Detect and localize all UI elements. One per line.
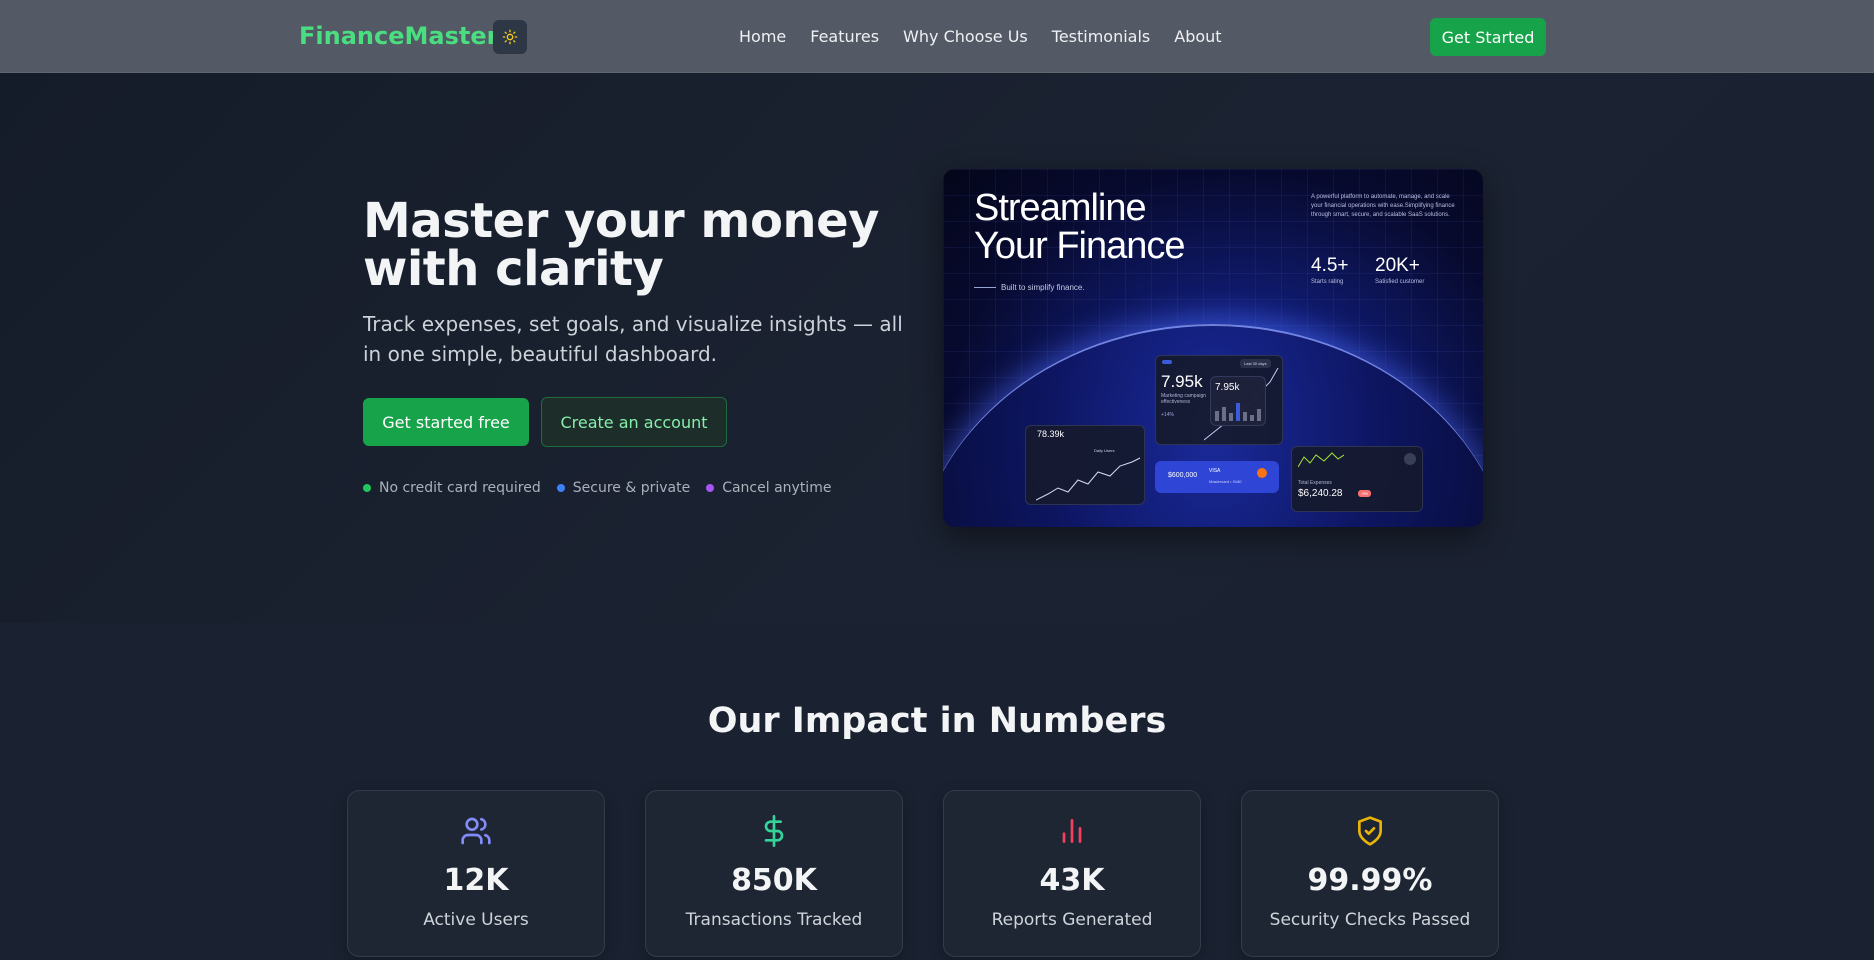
daily-users-label: Daily Users bbox=[1094, 448, 1115, 453]
image-tagline: Built to simplify finance. bbox=[1001, 283, 1085, 292]
expense-sparkline-icon bbox=[1298, 452, 1344, 468]
expense-card: Total Expenses $6,240.28 -9% bbox=[1291, 446, 1423, 512]
visa-amount: $600,000 bbox=[1168, 472, 1198, 479]
stat-label: Satisfied customer bbox=[1375, 279, 1425, 285]
hero-title: Master your money with clarity bbox=[363, 197, 923, 293]
nav-link-why-choose-us[interactable]: Why Choose Us bbox=[903, 27, 1028, 46]
image-headline-line1: Streamline bbox=[974, 187, 1147, 229]
card-main-delta: +14% bbox=[1161, 412, 1174, 418]
shield-check-icon bbox=[1358, 816, 1382, 846]
stat-value: 850K bbox=[731, 863, 817, 898]
bar bbox=[1250, 415, 1254, 421]
stat-value: 43K bbox=[1039, 863, 1105, 898]
stat-value: 4.5+ bbox=[1311, 255, 1349, 276]
visa-card: $600,000 VISA Mastercard • 9180 bbox=[1155, 461, 1279, 493]
expense-label: Total Expenses bbox=[1298, 480, 1332, 486]
stat-card-security: 99.99% Security Checks Passed bbox=[1241, 790, 1499, 957]
stat-icon-wrap bbox=[1242, 815, 1498, 847]
hero-subtitle: Track expenses, set goals, and visualize… bbox=[363, 312, 903, 366]
stat-icon-wrap bbox=[348, 815, 604, 847]
image-stat-customers: 20K+ Satisfied customer bbox=[1375, 255, 1424, 285]
nav-link-testimonials[interactable]: Testimonials bbox=[1052, 27, 1151, 46]
image-headline-line2: Your Finance bbox=[974, 225, 1186, 267]
stat-label: Transactions Tracked bbox=[685, 910, 863, 930]
blue-dot-icon bbox=[556, 484, 565, 492]
stat-icon-wrap bbox=[944, 815, 1200, 847]
daily-users-card: 78.39k Daily Users bbox=[1025, 425, 1145, 505]
get-started-free-button[interactable]: Get started free bbox=[363, 398, 529, 446]
expense-badge: -9% bbox=[1358, 490, 1372, 497]
dollar-icon bbox=[764, 815, 784, 847]
badge-label: Cancel anytime bbox=[722, 480, 832, 496]
bar bbox=[1243, 412, 1247, 421]
bar bbox=[1222, 407, 1226, 421]
get-started-button[interactable]: Get Started bbox=[1430, 18, 1546, 56]
stat-label: Reports Generated bbox=[991, 910, 1153, 930]
bar bbox=[1236, 403, 1240, 421]
stat-card-reports: 43K Reports Generated bbox=[943, 790, 1201, 957]
mastercard-icon bbox=[1257, 468, 1267, 478]
hero-title-line2: with clarity bbox=[363, 241, 664, 297]
expense-menu-icon[interactable] bbox=[1404, 453, 1416, 465]
create-account-button[interactable]: Create an account bbox=[541, 397, 727, 447]
top-navbar: FinanceMaster Home Features Why Choose U… bbox=[0, 0, 1874, 73]
theme-toggle-button[interactable] bbox=[493, 20, 527, 54]
bar bbox=[1229, 413, 1233, 421]
stat-icon-wrap bbox=[646, 815, 902, 847]
stat-value: 20K+ bbox=[1375, 255, 1420, 276]
purple-dot-icon bbox=[706, 484, 715, 492]
visa-brand: VISA bbox=[1209, 468, 1221, 474]
nav-link-features[interactable]: Features bbox=[810, 27, 879, 46]
users-icon bbox=[461, 817, 491, 845]
expense-value: $6,240.28 bbox=[1298, 488, 1343, 499]
stat-label: Active Users bbox=[423, 910, 529, 930]
mini-bars-card: 7.95k bbox=[1210, 376, 1266, 426]
image-stat-rating: 4.5+ Starts rating bbox=[1311, 255, 1349, 285]
image-description: A powerful platform to automate, manage,… bbox=[1311, 194, 1455, 218]
badge-cancel: Cancel anytime bbox=[706, 480, 831, 496]
nav-link-about[interactable]: About bbox=[1174, 27, 1221, 46]
badge-label: Secure & private bbox=[572, 480, 691, 496]
stat-value: 99.99% bbox=[1307, 863, 1433, 898]
card-main-label: Marketing campaign effectiveness bbox=[1161, 393, 1207, 405]
mini-bar-chart bbox=[1215, 399, 1261, 421]
hero-section: Master your money with clarity Track exp… bbox=[0, 73, 1874, 623]
stat-value: 12K bbox=[443, 863, 509, 898]
hero-title-line1: Master your money bbox=[363, 193, 879, 249]
stats-title: Our Impact in Numbers bbox=[707, 701, 1167, 741]
users-line-icon bbox=[1036, 457, 1141, 501]
badge-secure: Secure & private bbox=[556, 480, 691, 496]
tagline-rule bbox=[974, 287, 996, 288]
brand-logo[interactable]: FinanceMaster bbox=[299, 22, 498, 50]
nav-links: Home Features Why Choose Us Testimonials… bbox=[739, 27, 1222, 46]
image-headline: Streamline Your Finance bbox=[974, 187, 1186, 267]
visa-sub: Mastercard • 9180 bbox=[1209, 479, 1242, 484]
badge-label: No credit card required bbox=[379, 480, 541, 496]
card-tag-icon bbox=[1162, 360, 1172, 364]
bar bbox=[1257, 409, 1261, 421]
stat-card-users: 12K Active Users bbox=[347, 790, 605, 957]
sun-icon bbox=[502, 29, 518, 45]
hero-badges: No credit card required Secure & private… bbox=[363, 480, 831, 496]
bar bbox=[1215, 411, 1219, 421]
stat-label: Starts rating bbox=[1311, 279, 1344, 285]
mini-card-value: 7.95k bbox=[1215, 382, 1240, 393]
hero-dashboard-image: Streamline Your Finance Built to simplif… bbox=[943, 169, 1483, 527]
nav-link-home[interactable]: Home bbox=[739, 27, 786, 46]
stat-label: Security Checks Passed bbox=[1269, 910, 1471, 930]
green-dot-icon bbox=[363, 484, 371, 492]
bar-chart-icon bbox=[1062, 819, 1082, 843]
badge-no-credit-card: No credit card required bbox=[363, 480, 541, 496]
card-main-value: 7.95k bbox=[1161, 372, 1203, 391]
daily-users-value: 78.39k bbox=[1037, 429, 1065, 439]
stat-card-transactions: 850K Transactions Tracked bbox=[645, 790, 903, 957]
